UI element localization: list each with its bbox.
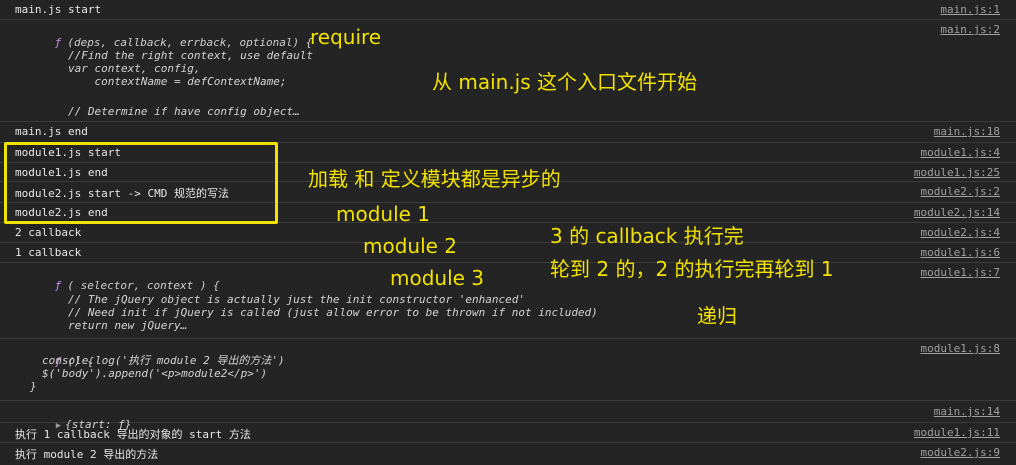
annotation-async: 加载 和 定义模块都是异步的 bbox=[308, 167, 561, 191]
console-row: main.js start main.js:1 bbox=[0, 0, 1016, 20]
signature-text: ( selector, context ) { bbox=[67, 279, 220, 292]
source-link[interactable]: main.js:14 bbox=[934, 405, 1000, 418]
source-link[interactable]: module2.js:2 bbox=[921, 185, 1000, 198]
console-row-object[interactable]: ▶ {start: ƒ} main.js:14 bbox=[0, 401, 1016, 431]
console-row: 2 callback module2.js:4 bbox=[0, 223, 1016, 243]
annotation-recursion: 递归 bbox=[697, 304, 737, 328]
code-line: } bbox=[30, 380, 37, 393]
function-icon: ƒ bbox=[54, 279, 62, 292]
function-icon: ƒ bbox=[54, 36, 62, 49]
annotation-module2: module 2 bbox=[363, 234, 458, 258]
annotation-require: require bbox=[310, 25, 382, 49]
signature-text: (deps, callback, errback, optional) { bbox=[67, 36, 313, 49]
source-link[interactable]: module2.js:9 bbox=[921, 446, 1000, 459]
code-line: $('body').append('<p>module2</p>') bbox=[42, 367, 268, 380]
log-message: 2 callback bbox=[15, 226, 82, 239]
console-row-function[interactable]: ƒ() { module1.js:8 console.log('执行 modul… bbox=[0, 339, 1016, 401]
source-link[interactable]: module1.js:6 bbox=[921, 246, 1000, 259]
console-row: 1 callback module1.js:6 bbox=[0, 243, 1016, 263]
source-link[interactable]: module1.js:25 bbox=[914, 166, 1000, 179]
log-message: 1 callback bbox=[15, 246, 82, 259]
console-row: 执行 1 callback 导出的对象的 start 方法 module1.js… bbox=[0, 423, 1016, 443]
annotation-module3: module 3 bbox=[390, 266, 485, 290]
source-link[interactable]: module2.js:14 bbox=[914, 206, 1000, 219]
log-message: main.js end bbox=[15, 125, 88, 138]
source-link[interactable]: module1.js:4 bbox=[921, 146, 1000, 159]
source-link[interactable]: module1.js:8 bbox=[921, 342, 1000, 355]
code-line: //Find the right context, use default bbox=[68, 49, 314, 62]
source-link[interactable]: module1.js:11 bbox=[914, 426, 1000, 439]
annotation-module1: module 1 bbox=[336, 202, 431, 226]
source-link[interactable]: main.js:2 bbox=[940, 23, 1000, 36]
log-message: 执行 module 2 导出的方法 bbox=[15, 448, 159, 461]
source-link[interactable]: module2.js:4 bbox=[921, 226, 1000, 239]
highlight-box bbox=[4, 142, 278, 224]
log-message: main.js start bbox=[15, 3, 102, 16]
log-message: 执行 1 callback 导出的对象的 start 方法 bbox=[15, 428, 251, 441]
console-row: 执行 module 2 导出的方法 module2.js:9 bbox=[0, 443, 1016, 465]
console-row-function[interactable]: ƒ ( selector, context ) { module1.js:7 //… bbox=[0, 263, 1016, 339]
code-line: // Determine if have config object… bbox=[68, 105, 300, 118]
annotation-entry: 从 main.js 这个入口文件开始 bbox=[432, 70, 698, 94]
code-line: contextName = defContextName; bbox=[68, 75, 287, 88]
annotation-callback-order-2: 轮到 2 的，2 的执行完再轮到 1 bbox=[550, 257, 834, 281]
code-line: // The jQuery object is actually just th… bbox=[68, 293, 525, 306]
code-line: console.log('执行 module 2 导出的方法') bbox=[42, 354, 285, 367]
code-line: // Need init if jQuery is called (just a… bbox=[68, 306, 598, 319]
source-link[interactable]: main.js:18 bbox=[934, 125, 1000, 138]
annotation-callback-order-1: 3 的 callback 执行完 bbox=[550, 224, 744, 248]
source-link[interactable]: module1.js:7 bbox=[921, 266, 1000, 279]
code-line: return new jQuery… bbox=[68, 319, 188, 332]
console-row: main.js end main.js:18 bbox=[0, 122, 1016, 143]
code-line: var context, config, bbox=[68, 62, 201, 75]
source-link[interactable]: main.js:1 bbox=[940, 3, 1000, 16]
